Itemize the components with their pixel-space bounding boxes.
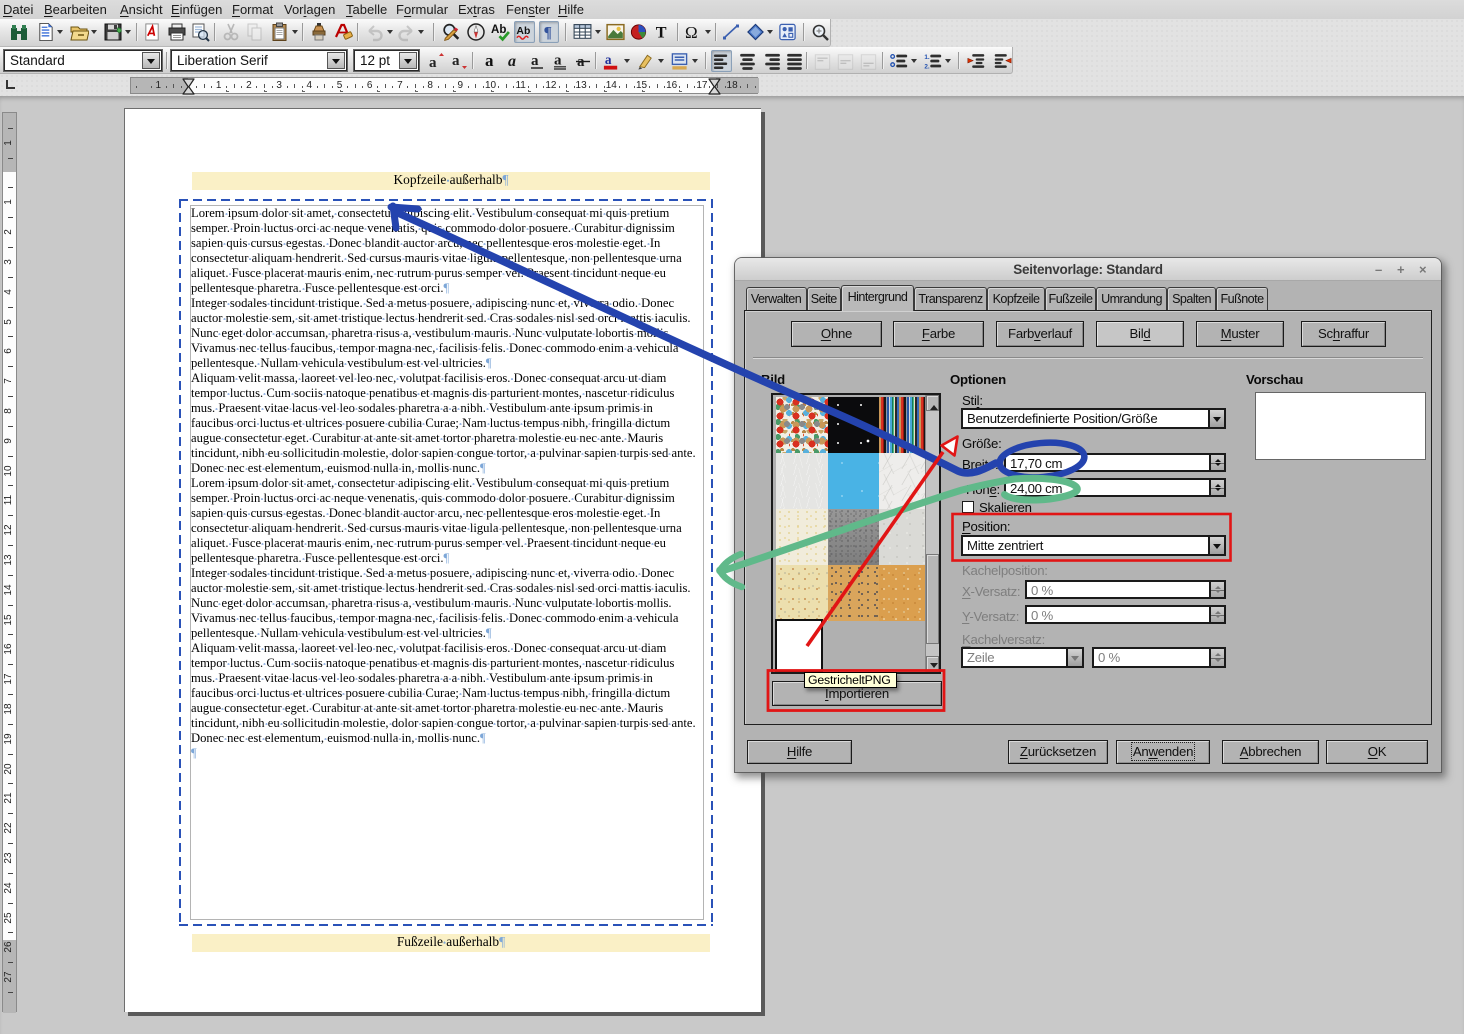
svg-text:Ab: Ab <box>516 26 530 37</box>
svg-text:a: a <box>554 53 562 69</box>
svg-text:Ab: Ab <box>491 24 506 36</box>
svg-text:¶: ¶ <box>544 24 552 41</box>
svg-text:a: a <box>531 53 539 69</box>
svg-text:a: a <box>605 52 612 67</box>
svg-text:1.: 1. <box>924 54 930 61</box>
svg-text:T: T <box>656 25 667 42</box>
svg-text:a: a <box>452 53 460 69</box>
svg-text:Ω: Ω <box>685 23 698 42</box>
svg-text:a: a <box>429 55 437 71</box>
svg-text:a: a <box>508 53 516 70</box>
svg-text:a: a <box>485 51 494 70</box>
svg-text:2.: 2. <box>924 63 930 70</box>
